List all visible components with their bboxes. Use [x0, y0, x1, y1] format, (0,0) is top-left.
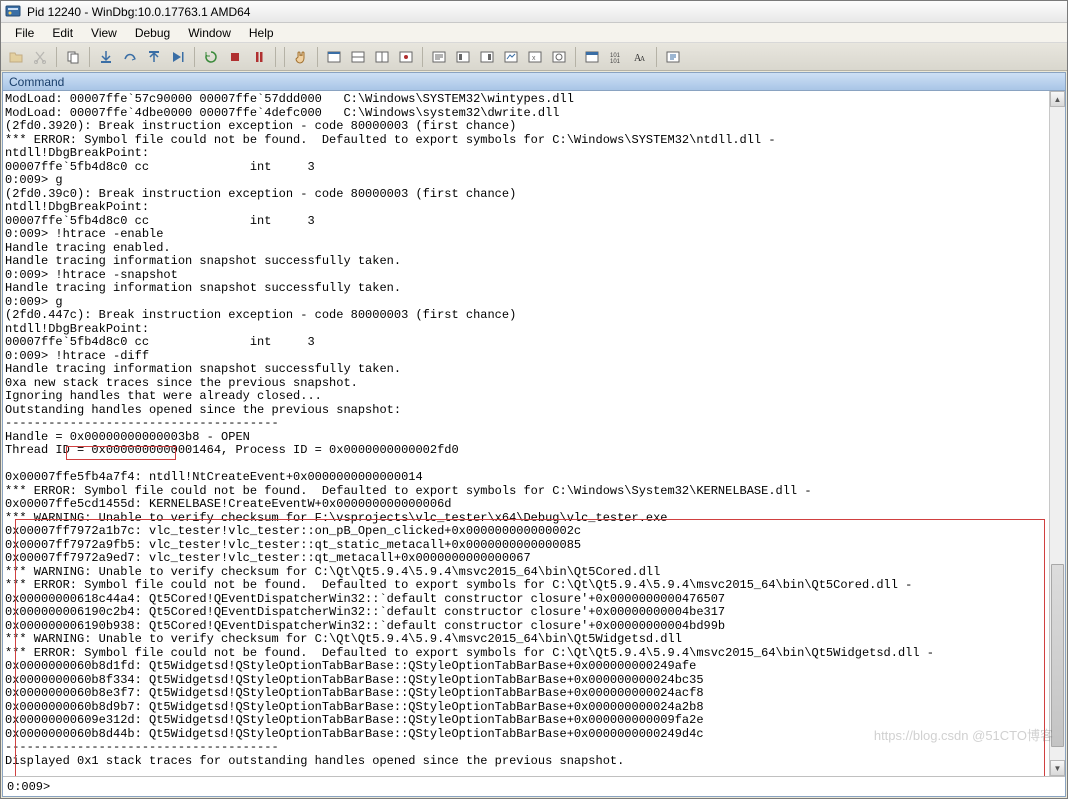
command-panel: Command ModLoad: 00007ffe`57c90000 00007… — [2, 72, 1066, 797]
font-button[interactable]: AA — [629, 46, 651, 68]
options-button[interactable] — [662, 46, 684, 68]
step-over-button[interactable] — [119, 46, 141, 68]
command-input[interactable] — [50, 779, 1061, 795]
console-output: ModLoad: 00007ffe`57c90000 00007ffe`57dd… — [5, 93, 1065, 768]
menu-view[interactable]: View — [83, 24, 125, 42]
svg-text:x: x — [532, 55, 536, 62]
menu-debug[interactable]: Debug — [127, 24, 178, 42]
step-into-button[interactable] — [95, 46, 117, 68]
window-1-button[interactable] — [323, 46, 345, 68]
titlebar: Pid 12240 - WinDbg:10.0.17763.1 AMD64 — [1, 1, 1067, 23]
menubar: File Edit View Debug Window Help — [1, 23, 1067, 43]
scroll-track[interactable] — [1050, 107, 1065, 760]
svg-text:A: A — [640, 55, 645, 63]
window-6-button[interactable] — [452, 46, 474, 68]
command-panel-header: Command — [3, 73, 1065, 91]
window-10-button[interactable] — [548, 46, 570, 68]
hand-tool-icon[interactable] — [290, 46, 312, 68]
menu-help[interactable]: Help — [241, 24, 282, 42]
vertical-scrollbar[interactable]: ▲ ▼ — [1049, 91, 1065, 776]
window-title: Pid 12240 - WinDbg:10.0.17763.1 AMD64 — [27, 5, 250, 19]
app-icon — [5, 4, 21, 20]
scroll-up-arrow[interactable]: ▲ — [1050, 91, 1065, 107]
restart-button[interactable] — [200, 46, 222, 68]
cut-button[interactable] — [29, 46, 51, 68]
window-2-button[interactable] — [347, 46, 369, 68]
stop-button[interactable] — [224, 46, 246, 68]
open-button[interactable] — [5, 46, 27, 68]
window-5-button[interactable] — [428, 46, 450, 68]
break-button[interactable] — [248, 46, 270, 68]
step-out-button[interactable] — [143, 46, 165, 68]
toolbar: x 101101 AA — [1, 43, 1067, 71]
menu-file[interactable]: File — [7, 24, 42, 42]
window-7-button[interactable] — [476, 46, 498, 68]
command-input-row: 0:009> — [3, 776, 1065, 796]
scroll-down-arrow[interactable]: ▼ — [1050, 760, 1065, 776]
window-3-button[interactable] — [371, 46, 393, 68]
command-output-area: ModLoad: 00007ffe`57c90000 00007ffe`57dd… — [3, 91, 1065, 776]
command-prompt: 0:009> — [7, 780, 50, 794]
windbg-main-window: Pid 12240 - WinDbg:10.0.17763.1 AMD64 Fi… — [0, 0, 1068, 799]
window-4-button[interactable] — [395, 46, 417, 68]
run-to-cursor-button[interactable] — [167, 46, 189, 68]
binary-view-button[interactable]: 101101 — [605, 46, 627, 68]
window-9-button[interactable]: x — [524, 46, 546, 68]
scroll-thumb[interactable] — [1051, 564, 1064, 747]
window-8-button[interactable] — [500, 46, 522, 68]
window-11-button[interactable] — [581, 46, 603, 68]
svg-text:101: 101 — [610, 59, 621, 65]
copy-button[interactable] — [62, 46, 84, 68]
menu-window[interactable]: Window — [180, 24, 239, 42]
menu-edit[interactable]: Edit — [44, 24, 81, 42]
